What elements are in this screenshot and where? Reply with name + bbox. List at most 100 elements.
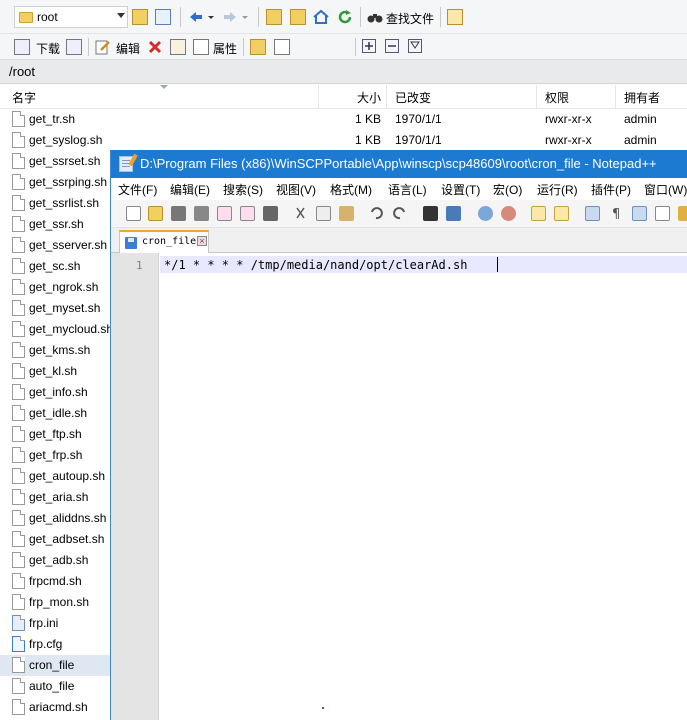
undo-icon[interactable]	[369, 206, 384, 221]
download-icon[interactable]	[14, 39, 30, 55]
edit-icon[interactable]	[95, 39, 111, 55]
properties-button[interactable]: 属性	[213, 40, 237, 57]
file-permissions: rwxr-xr-x	[545, 112, 592, 126]
notepad-title-bar[interactable]: D:\Program Files (x86)\WinSCPPortable\Ap…	[111, 150, 687, 178]
save-all-icon[interactable]	[194, 206, 209, 221]
menu-file[interactable]: 文件(F)	[118, 181, 157, 198]
file-icon	[12, 510, 25, 526]
menu-window[interactable]: 窗口(W)	[644, 181, 687, 198]
select-plus-icon[interactable]	[362, 39, 376, 53]
file-icon	[12, 552, 25, 568]
filter-icon[interactable]	[155, 9, 171, 25]
filter-select-icon[interactable]	[408, 39, 422, 53]
print-icon[interactable]	[263, 206, 278, 221]
column-header-owner-label: 拥有者	[624, 91, 661, 105]
notepad-window: D:\Program Files (x86)\WinSCPPortable\Ap…	[110, 150, 687, 720]
doc-map-icon[interactable]	[655, 206, 670, 221]
show-all-chars-icon[interactable]: ¶	[609, 206, 624, 222]
rename-icon[interactable]	[170, 39, 186, 55]
sync-vertical-icon[interactable]	[531, 206, 546, 221]
tab-cron-file[interactable]: cron_file ×	[119, 230, 209, 253]
file-modified: 1970/1/1	[395, 112, 442, 126]
file-icon	[12, 174, 25, 190]
file-row[interactable]: get_syslog.sh 1 KB 1970/1/1 rwxr-xr-x admin	[0, 130, 687, 151]
file-icon	[12, 468, 25, 484]
column-header-modified[interactable]: 已改变	[387, 85, 537, 109]
zoom-in-icon[interactable]	[478, 206, 493, 221]
file-name: get_info.sh	[29, 385, 88, 399]
synchronize-icon[interactable]	[447, 9, 463, 25]
file-name: get_ssrset.sh	[29, 154, 101, 168]
edit-button[interactable]: 编辑	[116, 40, 140, 57]
menu-language[interactable]: 语言(L)	[388, 181, 427, 198]
file-icon	[12, 258, 25, 274]
menu-macro[interactable]: 宏(O)	[493, 181, 522, 198]
file-name: get_sserver.sh	[29, 238, 108, 252]
file-row[interactable]: get_tr.sh 1 KB 1970/1/1 rwxr-xr-x admin	[0, 109, 687, 130]
paste-icon[interactable]	[339, 206, 354, 221]
file-name: get_ssrlist.sh	[29, 196, 100, 210]
path-bar: /root	[0, 60, 687, 84]
column-header-name[interactable]: 名字	[0, 85, 319, 109]
function-list-icon[interactable]	[678, 206, 687, 221]
close-tab-icon[interactable]: ×	[197, 236, 207, 246]
open-folder-icon[interactable]	[132, 9, 148, 25]
find-files-label[interactable]: 查找文件	[386, 10, 434, 27]
column-header-permissions[interactable]: 权限	[537, 85, 616, 109]
file-icon	[12, 195, 25, 211]
winscp-toolbar-main: root 查找文件	[0, 0, 687, 34]
menu-view[interactable]: 视图(V)	[276, 181, 316, 198]
menu-plugins[interactable]: 插件(P)	[591, 181, 631, 198]
parent-directory-icon[interactable]	[266, 9, 282, 25]
menu-edit[interactable]: 编辑(E)	[170, 181, 210, 198]
cut-icon[interactable]	[293, 206, 308, 221]
file-name: frpcmd.sh	[29, 574, 82, 588]
zoom-out-icon[interactable]	[501, 206, 516, 221]
file-icon	[12, 279, 25, 295]
redo-icon[interactable]	[392, 206, 407, 221]
new-folder-icon[interactable]	[250, 39, 266, 55]
editor-area[interactable]: */1 * * * * /tmp/media/nand/opt/clearAd.…	[160, 253, 687, 720]
word-wrap-icon[interactable]	[585, 206, 600, 221]
menu-search[interactable]: 搜索(S)	[223, 181, 263, 198]
home-icon[interactable]	[313, 9, 329, 25]
file-icon	[12, 678, 25, 694]
column-header-size[interactable]: 大小	[319, 85, 387, 109]
forward-dropdown-icon[interactable]	[241, 9, 249, 25]
download-options-icon[interactable]	[66, 39, 82, 55]
menu-settings[interactable]: 设置(T)	[441, 181, 480, 198]
root-directory-icon[interactable]	[290, 9, 306, 25]
file-icon	[12, 426, 25, 442]
back-arrow-icon[interactable]	[188, 9, 204, 25]
sync-horizontal-icon[interactable]	[554, 206, 569, 221]
delete-icon[interactable]	[147, 39, 163, 55]
save-icon[interactable]	[171, 206, 186, 221]
menu-format[interactable]: 格式(M)	[330, 181, 372, 198]
file-icon	[12, 153, 25, 169]
unselect-minus-icon[interactable]	[385, 39, 399, 53]
download-button[interactable]: 下载	[36, 40, 60, 57]
file-icon	[12, 363, 25, 379]
forward-arrow-icon[interactable]	[222, 9, 238, 25]
column-header-owner[interactable]: 拥有者	[616, 85, 687, 109]
file-list-header: 名字 大小 已改变 权限 拥有者	[0, 85, 687, 109]
indent-guide-icon[interactable]	[632, 206, 647, 221]
properties-icon[interactable]	[193, 39, 209, 55]
file-modified: 1970/1/1	[395, 133, 442, 147]
new-file-icon[interactable]	[274, 39, 290, 55]
refresh-icon[interactable]	[337, 9, 353, 25]
close-file-icon[interactable]	[217, 206, 232, 221]
file-name: get_kms.sh	[29, 343, 91, 357]
menu-run[interactable]: 运行(R)	[537, 181, 578, 198]
svg-text:¶: ¶	[612, 207, 620, 221]
replace-icon[interactable]	[446, 206, 461, 221]
new-file-icon[interactable]	[126, 206, 141, 221]
back-dropdown-icon[interactable]	[207, 9, 215, 25]
copy-icon[interactable]	[316, 206, 331, 221]
location-combo[interactable]: root	[14, 6, 128, 28]
file-name: auto_file	[29, 679, 75, 693]
close-all-icon[interactable]	[240, 206, 255, 221]
find-icon[interactable]	[423, 206, 438, 221]
location-combo-value: root	[37, 10, 58, 24]
open-file-icon[interactable]	[148, 206, 163, 221]
